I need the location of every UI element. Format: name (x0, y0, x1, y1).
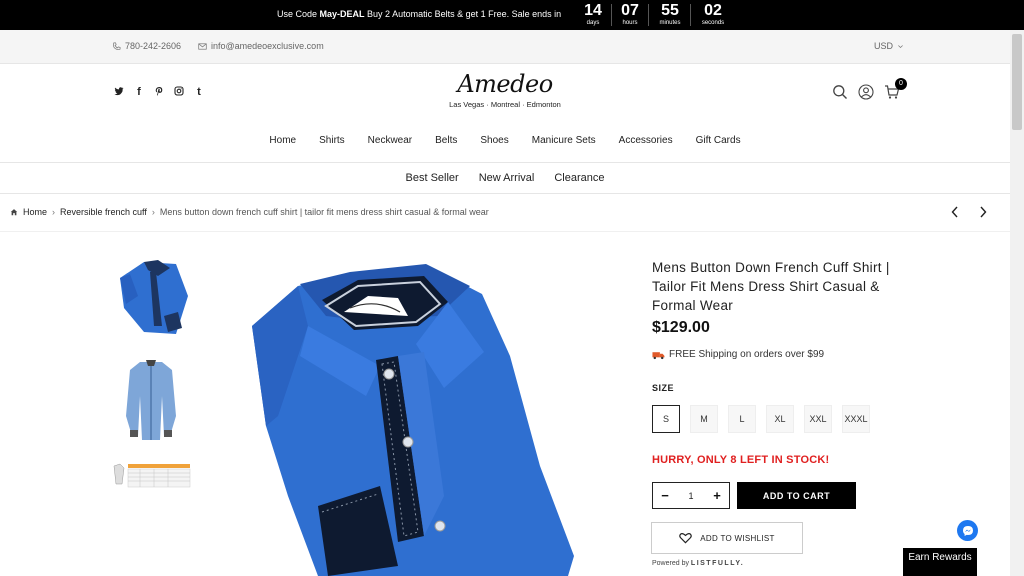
heart-icon (679, 533, 693, 544)
messenger-chat-button[interactable] (957, 520, 978, 541)
quantity-value[interactable]: 1 (688, 491, 693, 501)
wishlist-label: ADD TO WISHLIST (700, 533, 775, 543)
logo-wordmark: Amedeo (457, 70, 553, 98)
quantity-decrease-button[interactable]: − (660, 488, 670, 503)
account-icon[interactable] (858, 84, 874, 100)
nav-item-gift-cards[interactable]: Gift Cards (696, 135, 741, 146)
nav-item-manicure-sets[interactable]: Manicure Sets (532, 135, 596, 146)
thumbnail-folded-shirt[interactable] (110, 256, 192, 340)
countdown-hours: 07 hours (621, 2, 639, 27)
size-option-xxl[interactable]: XXL (804, 405, 832, 433)
add-to-cart-button[interactable]: ADD TO CART (737, 482, 856, 509)
breadcrumb-separator: › (151, 207, 155, 217)
twitter-icon[interactable] (114, 86, 124, 99)
promo-message: Use Code May-DEAL Buy 2 Automatic Belts … (277, 9, 561, 19)
breadcrumb-separator: › (52, 207, 56, 217)
size-option-xl[interactable]: XL (766, 405, 794, 433)
breadcrumb-current: Mens button down french cuff shirt | tai… (159, 207, 489, 217)
powered-by-label: Powered by (652, 560, 689, 567)
site-logo[interactable]: Amedeo Las Vegas · Montreal · Edmonton (430, 70, 580, 116)
breadcrumb-category[interactable]: Reversible french cuff (60, 207, 147, 217)
promo-suffix: Buy 2 Automatic Belts & get 1 Free. Sale… (364, 9, 562, 19)
product-title: Mens Button Down French Cuff Shirt | Tai… (652, 260, 890, 313)
social-links: f t (114, 86, 204, 99)
size-options: S M L XL XXL XXXL (652, 405, 870, 433)
countdown-divider (690, 4, 691, 26)
scrollbar-thumb[interactable] (1012, 34, 1022, 130)
quantity-stepper: − 1 + (652, 482, 730, 509)
email-address: info@amedeoexclusive.com (211, 41, 324, 51)
nav-item-accessories[interactable]: Accessories (619, 135, 673, 146)
size-option-m[interactable]: M (690, 405, 718, 433)
logo-locations: Las Vegas · Montreal · Edmonton (449, 100, 561, 109)
countdown-minutes: 55 minutes (659, 2, 681, 27)
instagram-icon[interactable] (174, 86, 184, 99)
thumbnail-size-chart[interactable] (110, 460, 192, 490)
announcement-bar: Use Code May-DEAL Buy 2 Automatic Belts … (0, 0, 1024, 30)
breadcrumb-home[interactable]: Home (23, 207, 47, 217)
contact-bar: 780-242-2606 info@amedeoexclusive.com US… (0, 30, 1010, 64)
chevron-right-icon[interactable] (978, 206, 988, 218)
home-icon (10, 209, 18, 216)
header-actions: 0 (832, 78, 907, 100)
divider (0, 231, 1010, 232)
phone-number: 780-242-2606 (125, 41, 182, 51)
size-option-s[interactable]: S (652, 405, 680, 433)
size-option-xxxl[interactable]: XXXL (842, 405, 870, 433)
secondary-navigation: Best Seller New Arrival Clearance (0, 162, 1010, 194)
earn-rewards-button[interactable]: Earn Rewards (903, 548, 977, 576)
nav-item-neckwear[interactable]: Neckwear (368, 135, 412, 146)
quantity-increase-button[interactable]: + (712, 488, 722, 503)
chevron-down-icon (898, 44, 903, 48)
messenger-icon (962, 525, 973, 536)
main-navigation: Home Shirts Neckwear Belts Shoes Manicur… (0, 135, 1010, 146)
cart-count-badge: 0 (895, 78, 907, 90)
facebook-icon[interactable]: f (134, 86, 144, 99)
nav-item-best-seller[interactable]: Best Seller (406, 172, 459, 184)
phone-icon (113, 42, 121, 50)
countdown-divider (648, 4, 649, 26)
shipping-info: FREE Shipping on orders over $99 (652, 349, 824, 360)
product-pager (950, 206, 988, 218)
countdown-seconds: 02 seconds (701, 2, 725, 27)
nav-item-shirts[interactable]: Shirts (319, 135, 345, 146)
size-option-l[interactable]: L (728, 405, 756, 433)
pinterest-icon[interactable] (154, 86, 164, 99)
breadcrumb: Home › Reversible french cuff › Mens but… (10, 207, 489, 217)
countdown-days: 14 days (584, 2, 602, 27)
add-to-wishlist-button[interactable]: ADD TO WISHLIST (651, 522, 803, 554)
search-icon[interactable] (832, 84, 848, 100)
tumblr-icon[interactable]: t (194, 86, 204, 99)
cart-icon[interactable]: 0 (884, 78, 907, 100)
chevron-left-icon[interactable] (950, 206, 960, 218)
email-link[interactable]: info@amedeoexclusive.com (198, 41, 324, 51)
truck-icon (652, 351, 665, 359)
phone-link[interactable]: 780-242-2606 (112, 41, 181, 51)
nav-item-shoes[interactable]: Shoes (480, 135, 508, 146)
nav-item-home[interactable]: Home (269, 135, 296, 146)
nav-item-clearance[interactable]: Clearance (554, 172, 604, 184)
nav-item-new-arrival[interactable]: New Arrival (479, 172, 535, 184)
nav-item-belts[interactable]: Belts (435, 135, 457, 146)
powered-by: Powered by LISTFULLY. (652, 560, 744, 567)
product-price: $129.00 (652, 319, 710, 336)
thumbnail-model-shirt[interactable] (110, 356, 192, 442)
promo-prefix: Use Code (277, 9, 320, 19)
stock-warning: HURRY, ONLY 8 LEFT IN STOCK! (652, 454, 830, 466)
size-label: SIZE (652, 383, 675, 393)
mail-icon (198, 42, 207, 50)
promo-code: May-DEAL (319, 9, 365, 19)
product-main-image[interactable] (248, 256, 578, 576)
powered-by-brand[interactable]: LISTFULLY. (691, 560, 744, 567)
shipping-text: FREE Shipping on orders over $99 (669, 349, 825, 360)
product-page: Use Code May-DEAL Buy 2 Automatic Belts … (0, 0, 1024, 576)
currency-selector[interactable]: USD (874, 41, 904, 51)
currency-value: USD (874, 41, 894, 51)
